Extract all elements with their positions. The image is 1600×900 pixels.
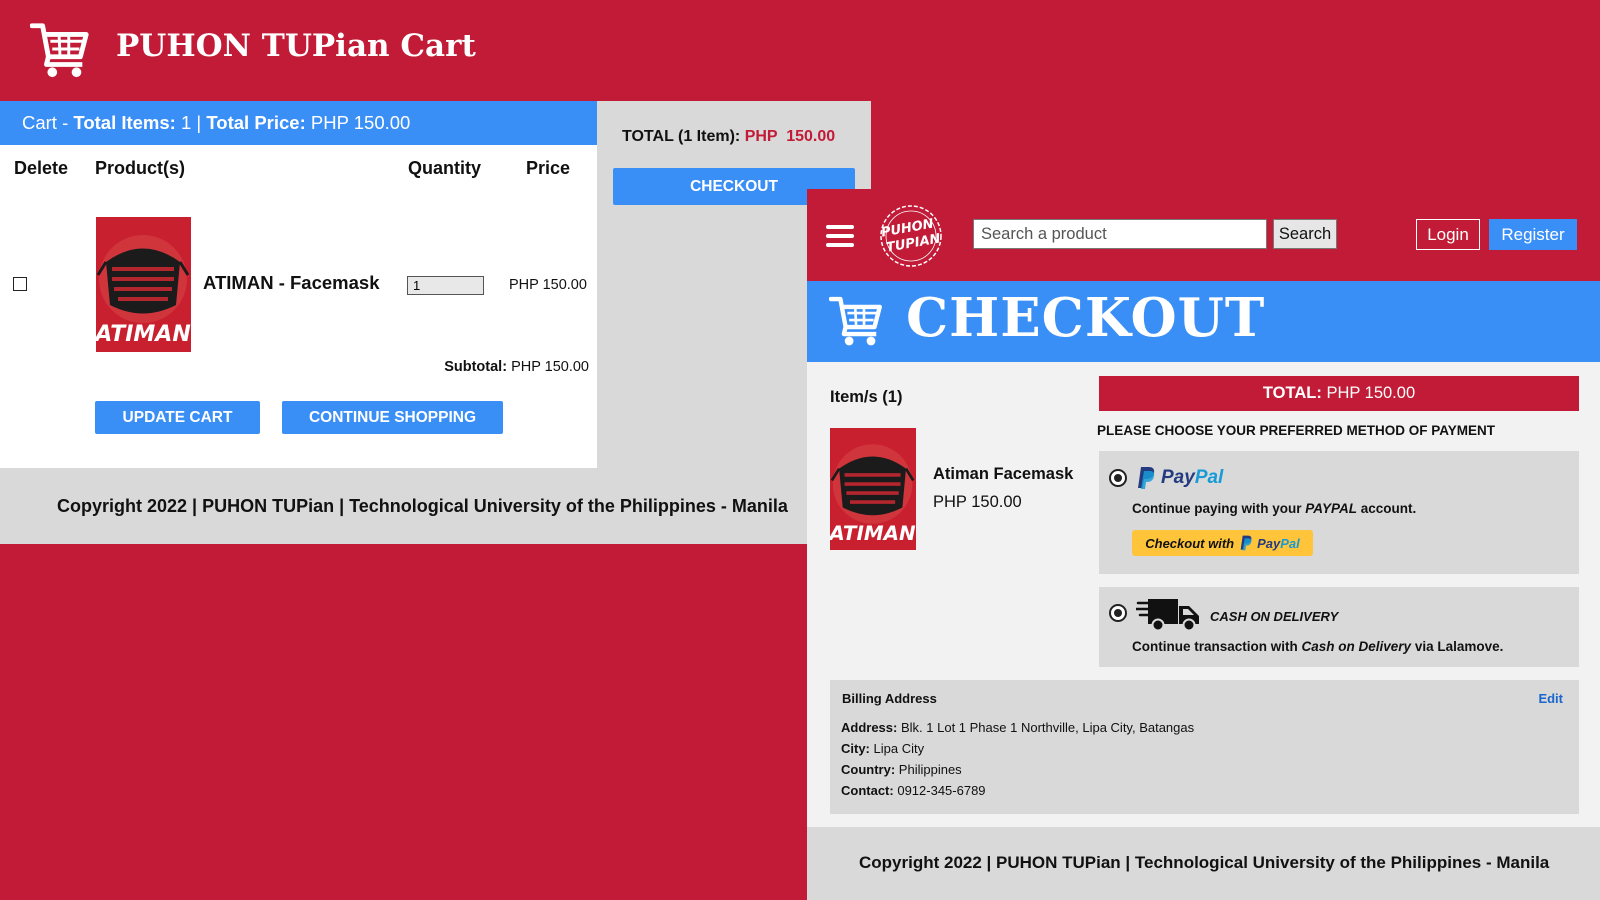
shopping-cart-icon [30,23,89,78]
cart-product-image: ATIMAN [96,217,191,352]
checkout-product-price: PHP 150.00 [933,493,1022,511]
checkout-total-label: TOTAL: [1262,384,1322,402]
checkout-total-value: PHP 150.00 [1326,384,1416,402]
billing-edit-link[interactable]: Edit [1538,691,1563,706]
facemask-image: ATIMAN [96,217,191,352]
total-items-label: Total Items: [73,112,176,133]
checkout-product-name: Atiman Facemask [933,465,1074,483]
items-heading: Item/s (1) [830,388,903,406]
continue-shopping-button[interactable]: CONTINUE SHOPPING [282,401,503,434]
cart-summary-bar: Cart - Total Items: 1 | Total Price: PHP… [0,101,597,145]
delivery-truck-icon [1136,599,1199,632]
billing-city-line: City: Lipa City [841,741,925,756]
svg-text:ATIMAN: ATIMAN [96,322,191,347]
cart-panel: Cart - Total Items: 1 | Total Price: PHP… [0,101,597,468]
checkout-footer: Copyright 2022 | PUHON TUPian | Technolo… [807,827,1600,900]
paypal-wordmark-pal: Pal [1194,467,1224,488]
total-items-value: 1 [180,112,192,133]
side-total-label: TOTAL (1 Item): [622,128,741,145]
search-input[interactable] [973,219,1267,249]
quantity-input[interactable] [407,276,484,295]
search-button[interactable]: Search [1273,219,1337,249]
facemask-image: ATIMAN [830,428,916,550]
svg-text:ATIMAN: ATIMAN [830,522,916,545]
hamburger-icon[interactable] [826,225,854,247]
side-total: TOTAL (1 Item): PHP 150.00 [622,128,835,146]
cod-description: Continue transaction with Cash on Delive… [1132,639,1504,654]
cod-radio[interactable] [1109,604,1127,622]
paypal-wordmark-pay: Pay [1161,467,1195,488]
shopping-cart-icon [829,296,882,346]
checkout-total-bar: TOTAL: PHP 150.00 [1099,376,1579,411]
cart-footer: Copyright 2022 | PUHON TUPian | Technolo… [0,468,810,544]
paypal-description: Continue paying with your PAYPAL account… [1132,501,1417,516]
cart-item-price: PHP 150.00 [509,277,587,293]
column-header-price: Price [526,158,571,178]
page-title: CHECKOUT [906,287,1266,349]
update-cart-button[interactable]: UPDATE CART [95,401,260,434]
total-price-value: PHP 150.00 [310,112,411,133]
subtotal-label: Subtotal: [444,359,508,375]
paypal-option[interactable]: PayPal Continue paying with your PAYPAL … [1099,451,1579,574]
checkout-window: PUHON TUPIAN Search Login Register CHECK… [807,189,1600,900]
paypal-checkout-button[interactable]: Checkout with PayPal [1132,530,1313,556]
delete-checkbox[interactable] [13,277,27,291]
column-header-products: Product(s) [95,158,185,178]
cod-option[interactable]: CASH ON DELIVERY Continue transaction wi… [1099,587,1579,667]
paypal-icon [1138,467,1155,489]
paypal-radio[interactable] [1109,469,1127,487]
paypal-button-prefix: Checkout with [1145,535,1235,551]
side-total-value: PHP 150.00 [744,128,836,145]
cod-title: CASH ON DELIVERY [1210,609,1339,624]
billing-country-line: Country: Philippines [841,762,962,777]
column-header-quantity: Quantity [408,158,482,178]
cart-subtotal: Subtotal: PHP 150.00 [444,359,589,375]
checkout-banner: CHECKOUT [807,281,1600,362]
total-price-label: Total Price: [206,112,306,133]
checkout-footer-text: Copyright 2022 | PUHON TUPian | Technolo… [859,853,1550,872]
site-header: PUHON TUPian Cart [0,0,700,100]
checkout-product-image: ATIMAN [830,428,916,550]
paypal-logo: PayPal [1136,465,1223,491]
billing-address-box: Billing Address Edit Address: Blk. 1 Lot… [830,680,1579,814]
brand-logo[interactable]: PUHON TUPIAN [877,202,945,270]
subtotal-value: PHP 150.00 [511,359,589,375]
cart-footer-text: Copyright 2022 | PUHON TUPian | Technolo… [57,496,788,516]
billing-address-line: Address: Blk. 1 Lot 1 Phase 1 Northville… [841,720,1195,735]
billing-title: Billing Address [842,691,937,706]
register-button[interactable]: Register [1489,219,1577,250]
login-button[interactable]: Login [1416,219,1480,250]
column-header-delete: Delete [14,158,69,178]
cart-product-name: ATIMAN - Facemask [203,272,380,293]
billing-contact-line: Contact: 0912-345-6789 [841,783,986,798]
payment-method-heading: PLEASE CHOOSE YOUR PREFERRED METHOD OF P… [1097,423,1496,438]
navbar: PUHON TUPIAN Search Login Register [807,189,1600,281]
site-title: PUHON TUPian Cart [116,28,476,64]
paypal-icon [1240,535,1252,551]
cart-summary-prefix: Cart - [22,112,74,133]
